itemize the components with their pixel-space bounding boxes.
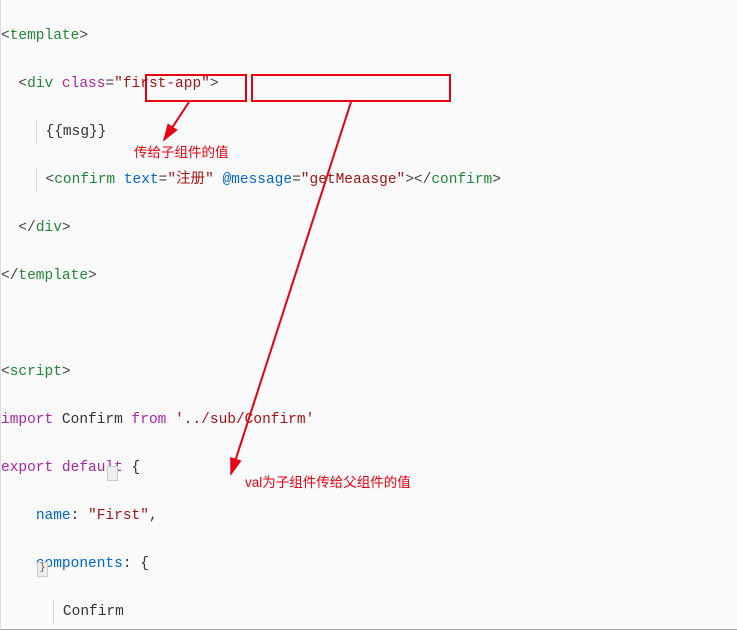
code-line: components: { xyxy=(1,552,737,576)
code-line xyxy=(1,312,737,336)
annotation-prop-label: 传给子组件的值 xyxy=(134,141,229,165)
code-line: import Confirm from '../sub/Confirm' xyxy=(1,408,737,432)
code-line: <div class="first-app"> xyxy=(1,72,737,96)
code-line: {{msg}} xyxy=(1,120,737,144)
code-line: Confirm xyxy=(1,600,737,624)
fold-marker xyxy=(107,466,118,481)
code-line: </template> xyxy=(1,264,737,288)
code-line: <script> xyxy=(1,360,737,384)
code-editor: <template> <div class="first-app"> {{msg… xyxy=(0,0,737,630)
fold-marker: } xyxy=(37,562,48,577)
code-line: </div> xyxy=(1,216,737,240)
code-line: <template> xyxy=(1,24,737,48)
code-line: <confirm text="注册" @message="getMeaasge"… xyxy=(1,168,737,192)
code-line: name: "First", xyxy=(1,504,737,528)
